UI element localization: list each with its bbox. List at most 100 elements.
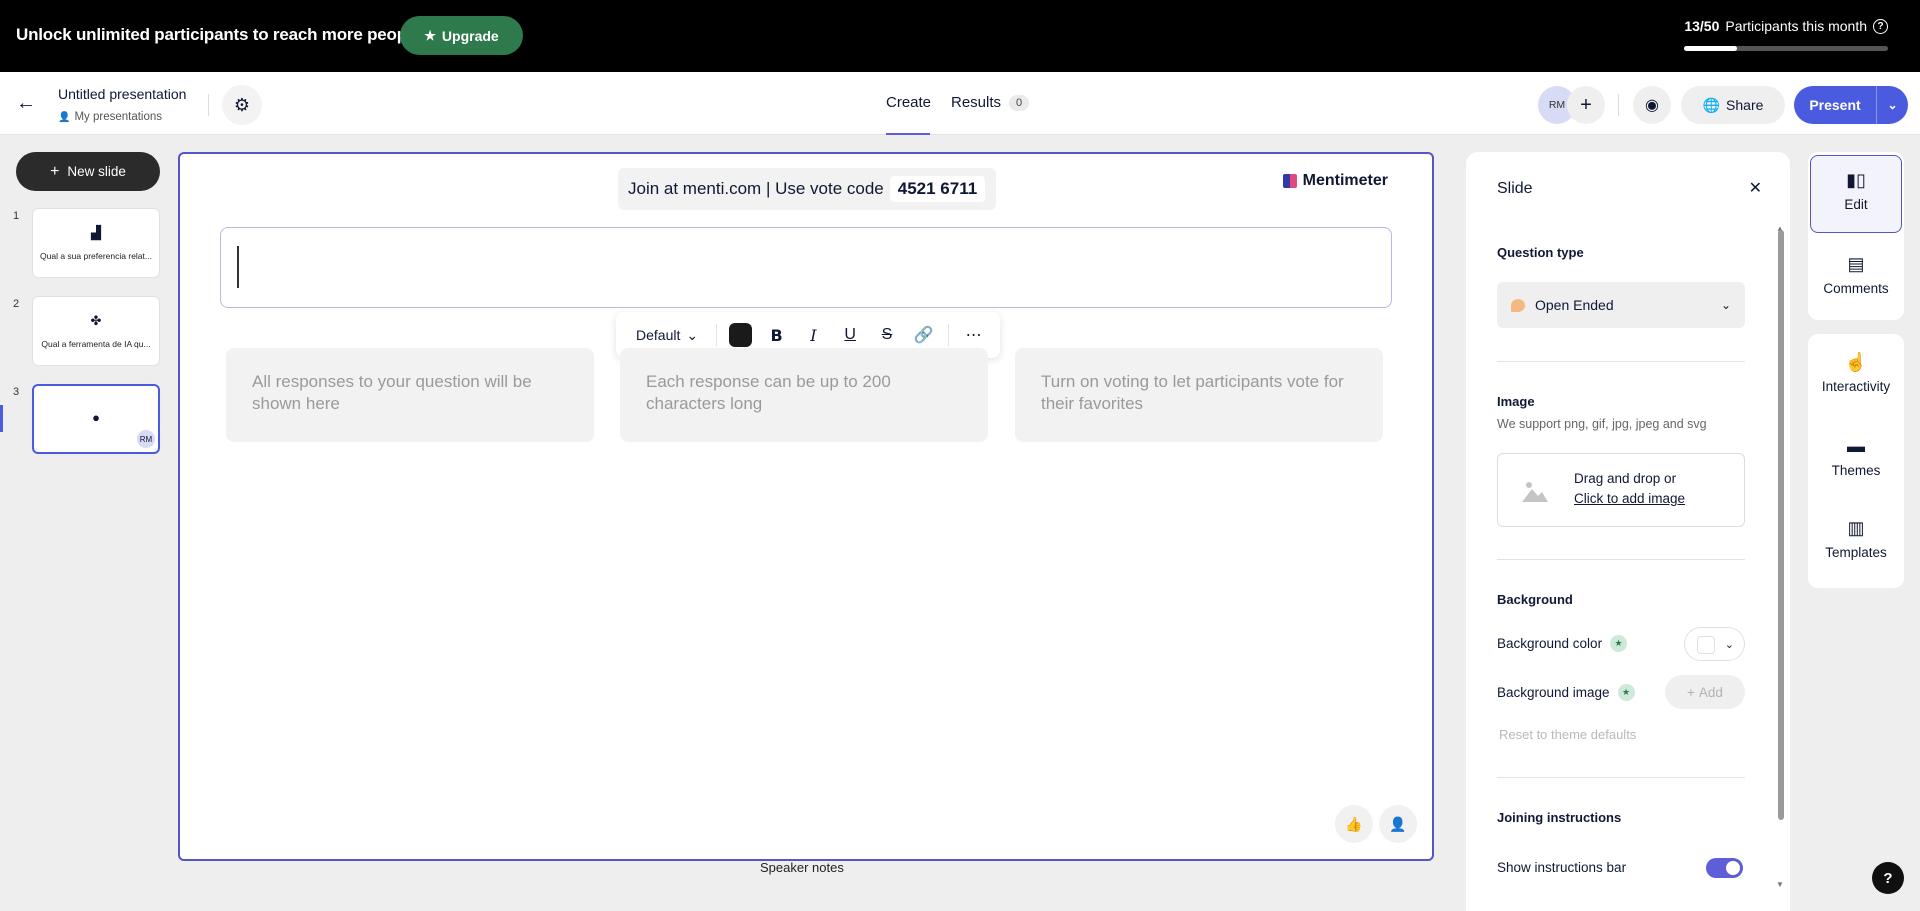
background-color-label: Background color xyxy=(1497,636,1603,651)
open-ended-bubble-icon xyxy=(1511,298,1525,312)
participants-progress-bar xyxy=(1684,46,1888,51)
globe-icon: 🌐 xyxy=(1702,96,1721,113)
side-tab-edit-label: Edit xyxy=(1844,197,1868,212)
person-icon: 👤 xyxy=(58,111,71,123)
slide-thumbnail[interactable]: ✤ Qual a ferramenta de IA qu... xyxy=(32,296,160,366)
question-type-select[interactable]: Open Ended ⌄ xyxy=(1497,282,1745,328)
join-text: Join at menti.com | Use vote code xyxy=(628,179,884,198)
tab-results-label: Results xyxy=(951,94,1002,111)
reset-theme-defaults-link[interactable]: Reset to theme defaults xyxy=(1499,727,1636,742)
pro-star-icon: ★ xyxy=(1610,635,1628,652)
slide-number: 2 xyxy=(13,298,20,310)
panel-scrollbar[interactable] xyxy=(1778,230,1784,820)
editor-header: ← Untitled presentation 👤 My presentatio… xyxy=(0,72,1920,135)
speech-bubble-icon: ● xyxy=(92,410,100,425)
side-tab-interactivity[interactable]: ☝ Interactivity xyxy=(1810,352,1902,394)
side-tabs-group: ☝ Interactivity ▬ Themes ▥ Templates xyxy=(1808,334,1904,588)
help-question-icon[interactable]: ? xyxy=(1872,862,1904,894)
share-label: Share xyxy=(1726,97,1764,113)
image-placeholder-icon xyxy=(1522,482,1548,502)
scroll-down-arrow-icon[interactable]: ▼ xyxy=(1776,880,1784,889)
font-style-dropdown[interactable]: Default ⌄ xyxy=(626,327,708,344)
star-icon: ★ xyxy=(424,27,436,43)
font-style-label: Default xyxy=(636,327,681,343)
divider xyxy=(1618,94,1619,116)
new-slide-label: New slide xyxy=(67,164,126,179)
chevron-down-icon: ⌄ xyxy=(1724,638,1734,651)
slide-canvas[interactable]: Join at menti.com | Use vote code 4521 6… xyxy=(178,152,1434,861)
chevron-down-icon[interactable]: ⌄ xyxy=(1877,98,1908,112)
image-support-text: We support png, gif, jpg, jpeg and svg xyxy=(1497,417,1707,431)
slide-thumbnail-title: Qual a ferramenta de IA qu... xyxy=(41,339,151,349)
strikethrough-icon[interactable]: S xyxy=(871,320,904,350)
share-button[interactable]: 🌐 Share xyxy=(1681,86,1785,124)
upgrade-label: Upgrade xyxy=(441,27,499,44)
text-color-swatch[interactable] xyxy=(729,323,753,347)
response-placeholder-card: Turn on voting to let participants vote … xyxy=(1015,348,1383,442)
side-tab-templates[interactable]: ▥ Templates xyxy=(1810,518,1902,560)
close-icon[interactable]: ✕ xyxy=(1749,178,1762,198)
side-tab-edit[interactable]: ▮▯ Edit xyxy=(1810,170,1902,212)
preview-eye-icon[interactable]: ◉ xyxy=(1633,86,1671,124)
dropzone-text: Drag and drop or xyxy=(1574,471,1677,486)
present-label: Present xyxy=(1809,97,1861,113)
background-color-picker[interactable]: ⌄ xyxy=(1684,627,1745,661)
chevron-down-icon: ⌄ xyxy=(686,326,699,343)
join-instructions-bar: Join at menti.com | Use vote code 4521 6… xyxy=(618,168,996,210)
italic-icon[interactable]: I xyxy=(797,320,830,350)
clover-icon: ✤ xyxy=(90,313,102,328)
back-arrow-icon[interactable]: ← xyxy=(16,92,36,115)
background-color-row: Background color ★ xyxy=(1497,635,1628,652)
plus-icon: + xyxy=(50,162,60,180)
background-image-row: Background image ★ xyxy=(1497,684,1635,701)
color-swatch xyxy=(1697,636,1715,654)
edit-panel-icon: ▮▯ xyxy=(1846,170,1866,190)
presentation-folder[interactable]: 👤 My presentations xyxy=(58,111,162,123)
presentation-title[interactable]: Untitled presentation xyxy=(58,86,186,102)
toggle-knob xyxy=(1726,861,1740,875)
new-slide-button[interactable]: + New slide xyxy=(16,152,160,191)
side-tab-comments[interactable]: ▤ Comments xyxy=(1810,254,1902,296)
settings-gear-icon[interactable]: ⚙ xyxy=(222,85,262,125)
show-instructions-toggle[interactable] xyxy=(1706,858,1743,878)
comments-icon: ▤ xyxy=(1847,254,1865,274)
slide-thumbnail[interactable]: ▟ Qual a sua preferencia relat... xyxy=(32,208,160,278)
upgrade-banner: Unlock unlimited participants to reach m… xyxy=(0,0,1920,72)
participants-counter: 13/50 Participants this month ? xyxy=(1684,18,1888,34)
add-background-image-button[interactable]: + Add xyxy=(1665,675,1745,709)
image-label: Image xyxy=(1497,394,1535,409)
image-dropzone[interactable]: Drag and drop or Click to add image xyxy=(1497,453,1745,527)
participants-progress-fill xyxy=(1684,46,1738,51)
folder-label: My presentations xyxy=(74,111,163,123)
question-type-value: Open Ended xyxy=(1535,297,1614,313)
active-tab-indicator xyxy=(886,133,930,135)
underline-icon[interactable]: U xyxy=(834,320,867,350)
info-icon[interactable]: ? xyxy=(1873,18,1888,34)
add-collaborator-plus-icon[interactable]: + xyxy=(1567,86,1605,124)
tab-create[interactable]: Create xyxy=(886,94,931,111)
slide-edit-panel: Slide ✕ Question type Open Ended ⌄ Image… xyxy=(1466,152,1790,911)
vote-code: 4521 6711 xyxy=(889,176,986,202)
tab-results[interactable]: Results 0 xyxy=(951,94,1030,111)
slide-thumbnail-active[interactable]: ● RM xyxy=(32,384,160,454)
reactions-thumbs-up-icon[interactable]: 👍 xyxy=(1335,805,1373,843)
bar-chart-icon: ▟ xyxy=(91,225,101,240)
question-heading-input[interactable] xyxy=(220,227,1392,308)
link-icon[interactable]: 🔗 xyxy=(907,320,940,350)
side-tab-themes[interactable]: ▬ Themes xyxy=(1810,436,1902,478)
speaker-notes-toggle[interactable]: Speaker notes xyxy=(760,860,844,875)
joining-instructions-label: Joining instructions xyxy=(1497,810,1622,825)
slide-thumbnail-title: Qual a sua preferencia relat... xyxy=(40,251,152,261)
present-button[interactable]: Present ⌄ xyxy=(1794,86,1908,124)
add-image-link[interactable]: Click to add image xyxy=(1574,491,1685,506)
upgrade-button[interactable]: ★ Upgrade xyxy=(400,16,523,55)
participant-person-icon[interactable]: 👤 xyxy=(1379,805,1417,843)
divider xyxy=(948,324,950,346)
bold-icon[interactable]: B xyxy=(760,320,793,350)
divider xyxy=(208,94,209,116)
more-options-icon[interactable]: ⋯ xyxy=(957,320,990,350)
side-tabs-group: ▮▯ Edit ▤ Comments xyxy=(1808,152,1904,320)
add-label: Add xyxy=(1698,684,1723,700)
collaborator-badge: RM xyxy=(137,430,155,448)
panel-title: Slide xyxy=(1497,180,1533,197)
